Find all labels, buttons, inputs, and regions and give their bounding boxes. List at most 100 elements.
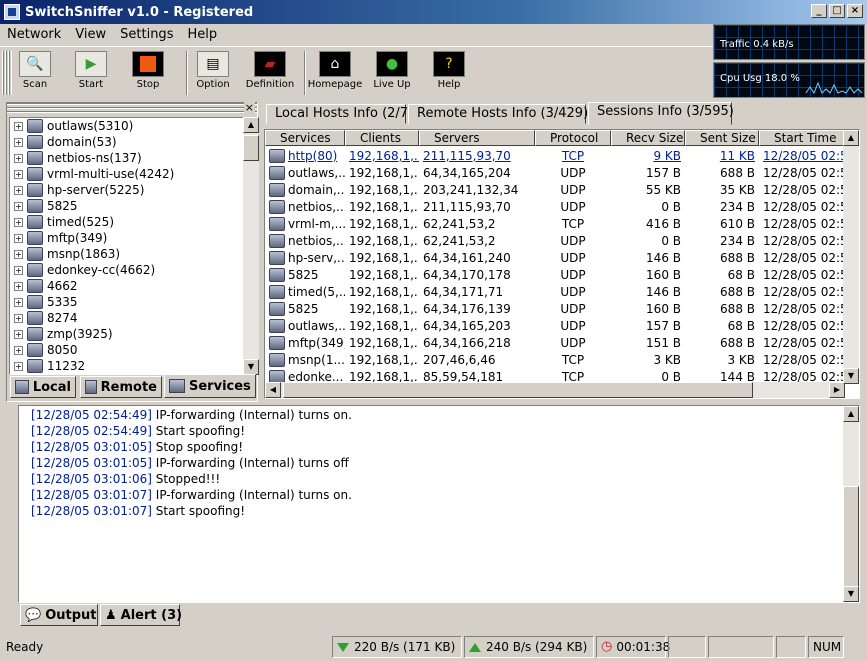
- help-label: Help: [437, 79, 461, 90]
- tree-item[interactable]: + netbios-ns(137): [10, 150, 246, 166]
- table-vscrollbar[interactable]: ▲ ▼: [843, 130, 859, 384]
- option-button[interactable]: ▤ Option: [182, 51, 244, 97]
- tree-item[interactable]: +8050: [10, 342, 246, 358]
- tab-output[interactable]: 💬 Output: [20, 604, 98, 626]
- tree-item[interactable]: + mftp(349): [10, 230, 246, 246]
- table-row[interactable]: mftp(349) 192,168,1,... 64,34,166,218 UDP 15…: [265, 334, 859, 351]
- scroll-down-icon[interactable]: ▼: [243, 359, 259, 375]
- table-row[interactable]: msnp(1... 192,168,1,... 207,46,6,46 TCP 3 KB…: [265, 351, 859, 368]
- cell-protocol: TCP: [561, 352, 585, 367]
- expand-icon[interactable]: +: [14, 153, 23, 163]
- tree-item[interactable]: +5825: [10, 198, 246, 214]
- scroll-up-icon[interactable]: ▲: [843, 130, 859, 146]
- option-label: Option: [196, 79, 230, 90]
- tab-services[interactable]: Services: [164, 374, 256, 398]
- maximize-button[interactable]: □: [829, 4, 845, 18]
- menu-settings[interactable]: Settings: [113, 27, 180, 42]
- scroll-up-icon[interactable]: ▲: [843, 406, 859, 422]
- tree-item[interactable]: + outlaws(5310): [10, 118, 246, 134]
- service-icon: [269, 318, 285, 333]
- minimize-button[interactable]: _: [811, 4, 827, 18]
- close-button[interactable]: ×: [847, 4, 863, 18]
- expand-icon[interactable]: +: [14, 121, 23, 131]
- expand-icon[interactable]: +: [14, 169, 23, 179]
- tree-item[interactable]: + vrml-multi-use(4242): [10, 166, 246, 182]
- cell-sent: 68 B: [727, 318, 755, 333]
- menu-network[interactable]: Network: [0, 27, 68, 42]
- table-row[interactable]: outlaws,... 192,168,1,... 64,34,165,204 UDP…: [265, 164, 859, 181]
- scroll-thumb[interactable]: [843, 486, 859, 588]
- homepage-button[interactable]: ⌂ Homepage: [304, 51, 366, 97]
- table-row[interactable]: 5825 192,168,1,... 64,34,170,178 UDP 160 B 68…: [265, 266, 859, 283]
- cell-service: outlaws,...: [265, 318, 345, 333]
- log-scrollbar[interactable]: ▲ ▼: [843, 406, 859, 602]
- tab-alert[interactable]: ♟ Alert (3): [100, 604, 182, 626]
- table-row[interactable]: timed(5,... 192,168,1,... 64,34,171,71 UDP 1…: [265, 283, 859, 300]
- start-button[interactable]: ▶ Start: [60, 51, 122, 97]
- col-services[interactable]: Services: [265, 130, 345, 146]
- tab-remote-hosts[interactable]: Remote Hosts Info (3/429): [408, 104, 588, 124]
- tree-item-label: netbios-ns(137): [47, 151, 142, 165]
- tab-remote[interactable]: Remote: [80, 376, 162, 398]
- tree-item[interactable]: + hp-server(5225): [10, 182, 246, 198]
- expand-icon[interactable]: +: [14, 329, 23, 339]
- scroll-up-icon[interactable]: ▲: [243, 117, 259, 133]
- stop-button[interactable]: Stop: [117, 51, 179, 97]
- scroll-right-icon[interactable]: ▶: [829, 382, 845, 398]
- expand-icon[interactable]: +: [14, 201, 23, 211]
- scroll-down-icon[interactable]: ▼: [843, 368, 859, 384]
- scroll-thumb[interactable]: [243, 135, 259, 161]
- tree-item[interactable]: + msnp(1863): [10, 246, 246, 262]
- tab-local[interactable]: Local: [10, 376, 76, 398]
- table-row[interactable]: vrml-m,... 192,168,1,... 62,241,53,2 TCP 416…: [265, 215, 859, 232]
- table-row[interactable]: domain,... 192,168,1,... 203,241,132,34 UDP…: [265, 181, 859, 198]
- tree-item[interactable]: +5335: [10, 294, 246, 310]
- tree-item[interactable]: +11232: [10, 358, 246, 374]
- panel-close-icon[interactable]: ×: [243, 101, 255, 114]
- tree-item[interactable]: + domain(53): [10, 134, 246, 150]
- table-row[interactable]: outlaws,... 192,168,1,... 64,34,165,203 UDP…: [265, 317, 859, 334]
- tree-item[interactable]: + timed(525): [10, 214, 246, 230]
- scroll-left-icon[interactable]: ◀: [265, 382, 281, 398]
- expand-icon[interactable]: +: [14, 265, 23, 275]
- expand-icon[interactable]: +: [14, 297, 23, 307]
- scan-button[interactable]: 🔍 Scan: [4, 51, 66, 97]
- tab-local-hosts[interactable]: Local Hosts Info (2/7): [266, 104, 413, 124]
- col-servers[interactable]: Servers: [419, 130, 535, 146]
- expand-icon[interactable]: +: [14, 345, 23, 355]
- expand-icon[interactable]: +: [14, 217, 23, 227]
- expand-icon[interactable]: +: [14, 137, 23, 147]
- help-button[interactable]: ? Help: [418, 51, 480, 97]
- menu-bar: Network View Settings Help: [0, 24, 713, 44]
- col-clients[interactable]: Clients: [345, 130, 419, 146]
- menu-view[interactable]: View: [68, 27, 113, 42]
- expand-icon[interactable]: +: [14, 233, 23, 243]
- cell-server: 64,34,166,218: [423, 335, 511, 350]
- table-row[interactable]: netbios,... 192,168,1,... 211,115,93,70 UDP…: [265, 198, 859, 215]
- tree-scrollbar[interactable]: ▲ ▼: [243, 117, 259, 375]
- tab-sessions[interactable]: Sessions Info (3/595): [588, 102, 734, 125]
- tree-item[interactable]: + zmp(3925): [10, 326, 246, 342]
- expand-icon[interactable]: +: [14, 185, 23, 195]
- live-up-button[interactable]: ● Live Up: [361, 51, 423, 97]
- table-row[interactable]: hp-serv,... 192,168,1,... 64,34,161,240 UDP…: [265, 249, 859, 266]
- tree-item[interactable]: +4662: [10, 278, 246, 294]
- expand-icon[interactable]: +: [14, 313, 23, 323]
- col-sent-size[interactable]: Sent Size: [685, 130, 759, 146]
- expand-icon[interactable]: +: [14, 249, 23, 259]
- table-row[interactable]: netbios,... 192,168,1,... 62,241,53,2 UDP 0 …: [265, 232, 859, 249]
- scroll-down-icon[interactable]: ▼: [843, 586, 859, 602]
- table-row[interactable]: http(80) 192,168,1,... 211,115,93,70 TCP 9 K…: [265, 147, 859, 164]
- expand-icon[interactable]: +: [14, 361, 23, 371]
- hscroll-thumb[interactable]: [283, 382, 753, 398]
- tree-item[interactable]: +8274: [10, 310, 246, 326]
- definition-button[interactable]: ▰ Definition: [239, 51, 301, 97]
- table-hscrollbar[interactable]: ◀ ▶: [265, 382, 845, 398]
- table-row[interactable]: 5825 192,168,1,... 64,34,176,139 UDP 160 B 68…: [265, 300, 859, 317]
- expand-icon[interactable]: +: [14, 281, 23, 291]
- service-name: outlaws,...: [288, 165, 345, 180]
- col-protocol[interactable]: Protocol: [535, 130, 611, 146]
- menu-help[interactable]: Help: [180, 27, 224, 42]
- col-recv-size[interactable]: Recv Size: [611, 130, 685, 146]
- tree-item[interactable]: + edonkey-cc(4662): [10, 262, 246, 278]
